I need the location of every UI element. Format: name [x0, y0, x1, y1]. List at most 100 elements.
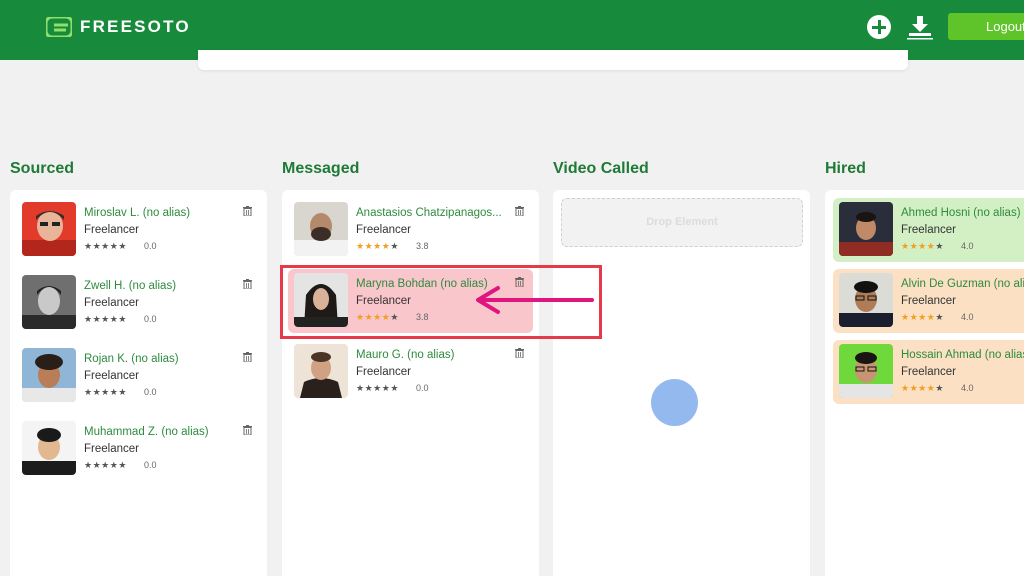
candidate-role: Freelancer — [84, 224, 139, 236]
star-icon: ★ — [935, 312, 944, 322]
star-icon: ★ — [364, 241, 374, 251]
column-sourced[interactable]: Miroslav L. (no alias) Freelancer ★★★★★ … — [10, 190, 267, 576]
rating-stars: ★★★★★ — [901, 241, 944, 252]
candidate-role: Freelancer — [84, 443, 139, 455]
candidate-name[interactable]: Rojan K. (no alias) — [84, 353, 179, 365]
candidate-name[interactable]: Mauro G. (no alias) — [356, 349, 454, 361]
rating-value: 4.0 — [961, 383, 974, 393]
avatar — [22, 348, 76, 402]
star-icon: ★ — [918, 241, 927, 251]
brand-logo[interactable]: FREESOTO — [46, 16, 191, 38]
trash-icon[interactable] — [243, 279, 252, 289]
star-icon: ★ — [118, 314, 127, 324]
candidate-name[interactable]: Alvin De Guzman (no alias) — [901, 278, 1024, 290]
rating-stars: ★★★★★ — [84, 460, 127, 471]
star-icon: ★ — [390, 383, 399, 393]
trash-icon[interactable] — [243, 352, 252, 362]
candidate-card[interactable]: Anastasios Chatzipanagos... Freelancer ★… — [288, 198, 533, 262]
rating-stars: ★★★★★ — [84, 241, 127, 252]
rating-stars: ★★★★★ — [84, 387, 127, 398]
candidate-name[interactable]: Muhammad Z. (no alias) — [84, 426, 209, 438]
add-button[interactable] — [867, 15, 891, 39]
rating-value: 0.0 — [144, 387, 157, 397]
candidate-card[interactable]: Miroslav L. (no alias) Freelancer ★★★★★ … — [16, 198, 261, 262]
star-icon: ★ — [918, 383, 927, 393]
star-icon: ★ — [901, 241, 910, 251]
candidate-role: Freelancer — [356, 224, 411, 236]
arrow-left-icon — [476, 286, 594, 314]
candidate-name[interactable]: Ahmed Hosni (no alias) — [901, 207, 1021, 219]
star-icon: ★ — [909, 383, 919, 393]
star-icon: ★ — [364, 383, 374, 393]
star-icon: ★ — [909, 312, 919, 322]
star-icon: ★ — [390, 241, 399, 251]
star-icon: ★ — [92, 241, 102, 251]
star-icon: ★ — [101, 460, 110, 470]
rating-stars: ★★★★★ — [356, 383, 399, 394]
star-icon: ★ — [373, 241, 382, 251]
brand-name: FREESOTO — [80, 17, 191, 36]
trash-icon[interactable] — [243, 206, 252, 216]
star-icon: ★ — [901, 312, 910, 322]
star-icon: ★ — [901, 383, 910, 393]
logout-button[interactable]: Logout — [948, 13, 1024, 40]
rating-value: 4.0 — [961, 312, 974, 322]
candidate-card[interactable]: Hossain Ahmad (no alias) Freelancer ★★★★… — [833, 340, 1024, 404]
star-icon: ★ — [84, 314, 93, 324]
star-icon: ★ — [918, 312, 927, 322]
rating-stars: ★★★★★ — [901, 312, 944, 323]
candidate-role: Freelancer — [901, 295, 956, 307]
star-icon: ★ — [84, 387, 93, 397]
candidate-card[interactable]: Zwell H. (no alias) Freelancer ★★★★★ 0.0 — [16, 271, 261, 335]
avatar — [22, 421, 76, 475]
avatar — [839, 273, 893, 327]
rating-value: 4.0 — [961, 241, 974, 251]
column-title-hired: Hired — [825, 160, 866, 177]
candidate-name[interactable]: Anastasios Chatzipanagos... — [356, 207, 502, 219]
filter-panel — [198, 50, 908, 70]
drop-zone[interactable]: Drop Element — [561, 198, 803, 247]
avatar — [839, 202, 893, 256]
rating-value: 0.0 — [144, 460, 157, 470]
brand-logo-icon — [46, 17, 72, 37]
avatar — [22, 275, 76, 329]
star-icon: ★ — [101, 387, 110, 397]
star-icon: ★ — [373, 383, 382, 393]
column-messaged[interactable]: Anastasios Chatzipanagos... Freelancer ★… — [282, 190, 539, 576]
column-title-messaged: Messaged — [282, 160, 360, 177]
rating-value: 0.0 — [144, 241, 157, 251]
star-icon: ★ — [935, 383, 944, 393]
trash-icon[interactable] — [515, 348, 524, 358]
star-icon: ★ — [84, 460, 93, 470]
download-icon[interactable] — [906, 14, 934, 40]
avatar — [294, 344, 348, 398]
candidate-name[interactable]: Miroslav L. (no alias) — [84, 207, 190, 219]
star-icon: ★ — [92, 460, 102, 470]
column-title-video-called: Video Called — [553, 160, 649, 177]
avatar — [22, 202, 76, 256]
star-icon: ★ — [356, 383, 365, 393]
candidate-card[interactable]: Rojan K. (no alias) Freelancer ★★★★★ 0.0 — [16, 344, 261, 408]
candidate-card[interactable]: Mauro G. (no alias) Freelancer ★★★★★ 0.0 — [288, 340, 533, 404]
candidate-role: Freelancer — [901, 224, 956, 236]
trash-icon[interactable] — [243, 425, 252, 435]
avatar — [294, 202, 348, 256]
star-icon: ★ — [92, 387, 102, 397]
candidate-card[interactable]: Muhammad Z. (no alias) Freelancer ★★★★★ … — [16, 417, 261, 481]
candidate-name[interactable]: Hossain Ahmad (no alias) — [901, 349, 1024, 361]
candidate-role: Freelancer — [84, 370, 139, 382]
rating-stars: ★★★★★ — [84, 314, 127, 325]
rating-stars: ★★★★★ — [901, 383, 944, 394]
column-hired[interactable]: Ahmed Hosni (no alias) Freelancer ★★★★★ … — [825, 190, 1024, 576]
star-icon: ★ — [356, 241, 365, 251]
star-icon: ★ — [84, 241, 93, 251]
star-icon: ★ — [101, 314, 110, 324]
candidate-card[interactable]: Alvin De Guzman (no alias) Freelancer ★★… — [833, 269, 1024, 333]
trash-icon[interactable] — [515, 206, 524, 216]
rating-stars: ★★★★★ — [356, 241, 399, 252]
candidate-name[interactable]: Zwell H. (no alias) — [84, 280, 176, 292]
column-title-sourced: Sourced — [10, 160, 75, 177]
candidate-card[interactable]: Ahmed Hosni (no alias) Freelancer ★★★★★ … — [833, 198, 1024, 262]
star-icon: ★ — [118, 241, 127, 251]
rating-value: 0.0 — [416, 383, 429, 393]
